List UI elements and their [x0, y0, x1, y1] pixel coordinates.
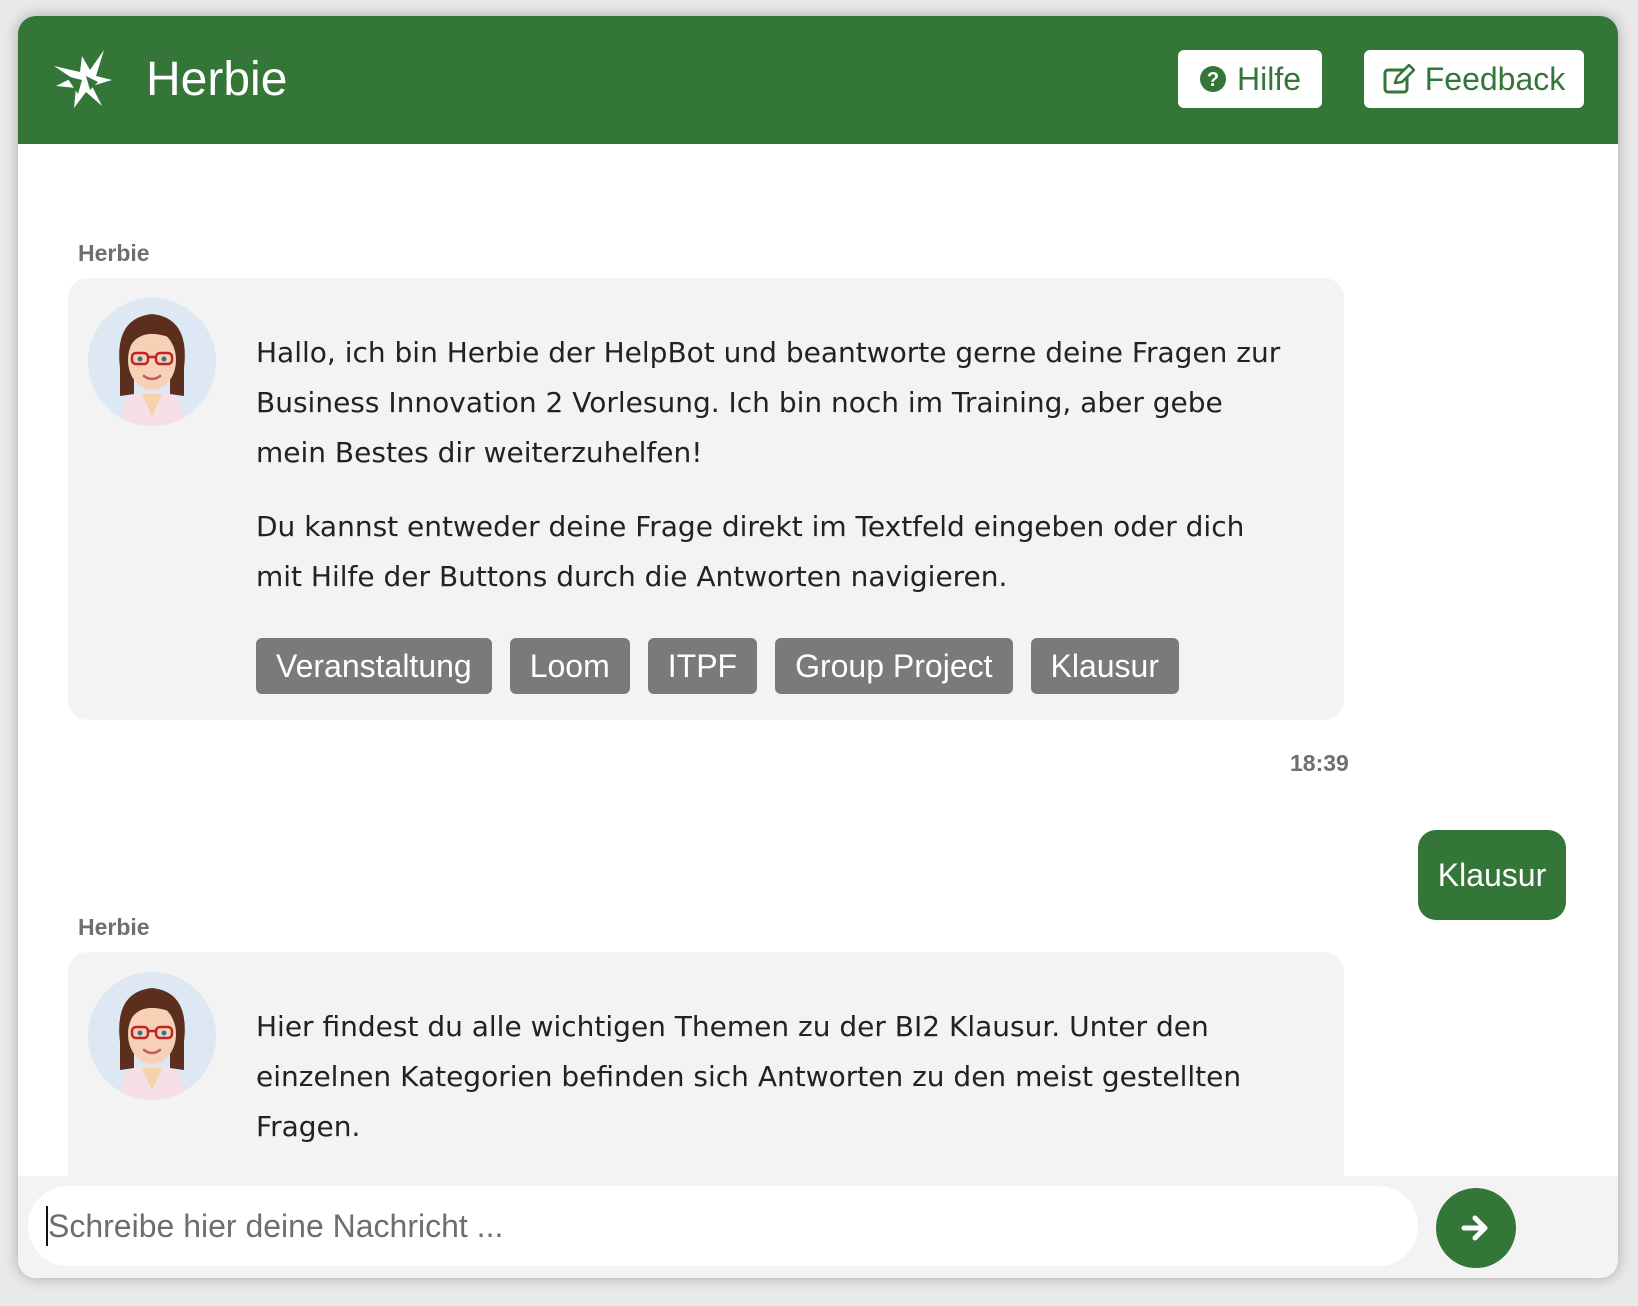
message-text: Du kannst entweder deine Frage direkt im… [256, 510, 1245, 593]
quick-reply-button[interactable]: Klausur [1030, 638, 1179, 694]
quick-reply-button[interactable]: Group Project [775, 638, 1013, 694]
avatar-icon [88, 298, 216, 426]
text-caret [46, 1206, 48, 1246]
message-timestamp: 18:39 [1290, 750, 1349, 776]
herbie-avatar [88, 972, 216, 1100]
svg-text:?: ? [1207, 69, 1219, 91]
send-button[interactable] [1436, 1188, 1516, 1268]
composer-bar [18, 1176, 1618, 1278]
chat-area[interactable]: Herbie Hallo, ich bin Herbie der HelpBot… [18, 144, 1618, 1194]
help-label: Hilfe [1236, 60, 1301, 97]
message-text: Hier findest du alle wichtigen Themen zu… [256, 1010, 1242, 1143]
herbie-logo-icon [54, 50, 112, 108]
quick-replies: Veranstaltung Loom ITPF Group Project Kl… [256, 638, 1179, 694]
app-title: Herbie [146, 53, 288, 106]
sender-label: Herbie [78, 240, 150, 266]
header-bar: Herbie ? Hilfe Feedback [18, 16, 1618, 144]
quick-reply-button[interactable]: ITPF [647, 638, 758, 694]
edit-icon [1383, 64, 1415, 94]
arrow-right-icon [1461, 1215, 1488, 1241]
sender-label: Herbie [78, 914, 150, 940]
quick-reply-button[interactable]: Veranstaltung [256, 638, 492, 694]
question-circle-icon: ? [1199, 66, 1226, 92]
feedback-button[interactable]: Feedback [1364, 50, 1584, 108]
message-text: Hallo, ich bin Herbie der HelpBot und be… [256, 336, 1281, 469]
quick-reply-button[interactable]: Loom [509, 638, 630, 694]
bot-message-bubble: Hier findest du alle wichtigen Themen zu… [68, 952, 1344, 1194]
help-button[interactable]: ? Hilfe [1178, 50, 1322, 108]
message-input[interactable] [28, 1186, 1418, 1266]
feedback-label: Feedback [1424, 60, 1566, 97]
herbie-avatar [88, 298, 216, 426]
bot-message-bubble: Hallo, ich bin Herbie der HelpBot und be… [68, 278, 1344, 720]
avatar-icon [88, 972, 216, 1100]
chat-window: Herbie ? Hilfe Feedback Herbie Hallo, ic… [18, 16, 1618, 1278]
user-message-bubble: Klausur [1418, 830, 1566, 920]
